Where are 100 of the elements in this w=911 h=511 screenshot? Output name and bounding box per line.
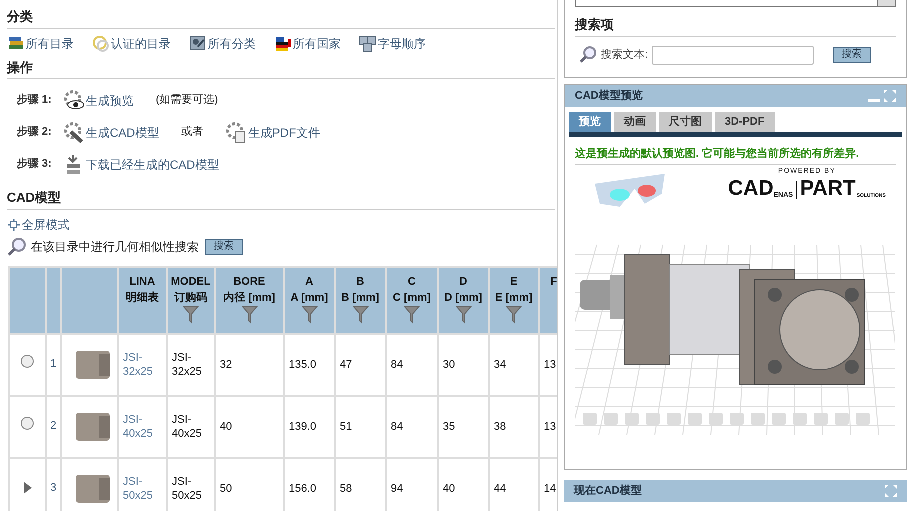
column-header: F xyxy=(550,274,557,290)
table-cell: JSI-32x25 xyxy=(172,352,202,378)
panel-title: 现在CAD模型 xyxy=(574,484,642,499)
filter-icon xyxy=(352,306,368,324)
expand-icon xyxy=(885,485,897,497)
step-link[interactable]: 生成PDF文件 xyxy=(225,122,320,144)
optional-note: (如需要可选) xyxy=(156,93,218,108)
table-cell: 34 xyxy=(494,358,506,370)
table-cell: 32 xyxy=(220,358,232,370)
search-icon xyxy=(579,46,597,64)
column-header: 订购码 xyxy=(174,290,208,306)
gear-wrench-icon xyxy=(63,122,85,144)
cylinder-thumbnail xyxy=(76,412,110,440)
column-header: E [mm] xyxy=(495,290,533,306)
table-cell: JSI-40x25 xyxy=(172,414,202,440)
gear-document-icon xyxy=(225,122,248,144)
column-header: B xyxy=(356,274,364,290)
column-header: BORE xyxy=(234,274,266,290)
similarity-search-label: 在该目录中进行几何相似性搜索 xyxy=(31,238,199,256)
column-header: C xyxy=(408,274,416,290)
or-text: 或者 xyxy=(181,125,204,140)
table-cell: 30 xyxy=(443,358,456,370)
table-cell: 94 xyxy=(391,482,404,494)
column-header: LINA xyxy=(130,274,156,290)
preview-tab[interactable]: 动画 xyxy=(614,112,656,132)
row-number: 1 xyxy=(50,358,57,370)
row-radio[interactable] xyxy=(21,355,34,368)
column-header: MODEL xyxy=(171,274,211,290)
fullscreen-arrows-icon xyxy=(7,218,21,232)
filter-icon xyxy=(456,306,472,324)
category-link[interactable]: 认证的目录 xyxy=(92,34,171,52)
row-radio[interactable] xyxy=(21,417,34,430)
table-cell: 51 xyxy=(340,420,352,432)
table-cell: 84 xyxy=(391,358,404,370)
preview-tab[interactable]: 3D-PDF xyxy=(715,112,775,132)
filter-icon xyxy=(506,306,522,324)
category-link[interactable]: 所有分类 xyxy=(189,34,256,52)
filter-icon xyxy=(302,306,318,324)
step-label: 步骤 1: xyxy=(17,92,53,108)
section-heading: 操作 xyxy=(7,58,555,79)
expand-icon xyxy=(884,90,896,102)
gear-chart-icon xyxy=(189,34,207,52)
table-cell: 58 xyxy=(340,482,352,494)
table-cell: 84 xyxy=(391,420,404,432)
section-heading: CAD模型 xyxy=(7,188,555,210)
table-cell: JSI-50x25 xyxy=(172,476,202,502)
table-cell: 50 xyxy=(220,482,232,494)
section-heading: 分类 xyxy=(7,7,555,28)
cylinder-thumbnail xyxy=(76,474,110,502)
column-header: D [mm] xyxy=(444,290,482,306)
column-header: C [mm] xyxy=(393,290,431,306)
minimize-icon xyxy=(868,98,880,102)
preview-tab[interactable]: 尺寸图 xyxy=(659,112,712,132)
table-cell: 13 xyxy=(544,358,556,370)
table-cell: 44 xyxy=(494,482,506,494)
column-header: A xyxy=(306,274,314,290)
table-cell: 156.0 xyxy=(289,482,317,494)
fullscreen-link[interactable]: 全屏模式 xyxy=(7,216,70,234)
search-button[interactable]: 搜索 xyxy=(833,47,872,63)
step-link[interactable]: 生成CAD模型 xyxy=(63,122,160,144)
catalog-dropdown[interactable] xyxy=(575,0,896,7)
category-link[interactable]: 字母顺序 xyxy=(359,34,426,52)
row-number: 3 xyxy=(50,482,57,494)
column-header: 明细表 xyxy=(126,290,159,306)
preview-notice: 这是预生成的默认预览图. 它可能与您当前所选的有所差异. xyxy=(575,147,896,165)
category-link[interactable]: 所有国家 xyxy=(274,34,341,52)
panel-title: CAD模型预览 xyxy=(575,88,643,104)
column-header: B [mm] xyxy=(342,290,380,306)
search-text-field[interactable] xyxy=(652,46,814,64)
column-header: D xyxy=(460,274,468,290)
logo-brand: CAD xyxy=(728,178,774,198)
column-header: A [mm] xyxy=(290,290,328,306)
table-cell: 35 xyxy=(443,420,456,432)
table-cell: 47 xyxy=(340,358,352,370)
step-link[interactable]: 生成预览 xyxy=(63,90,134,112)
table-cell: 139.0 xyxy=(289,420,317,432)
search-button[interactable]: 搜索 xyxy=(205,238,243,254)
section-heading: 搜索项 xyxy=(575,15,896,36)
step-label: 步骤 3: xyxy=(17,156,53,172)
step-label: 步骤 2: xyxy=(17,124,53,140)
step-link[interactable]: 下载已经生成的CAD模型 xyxy=(63,154,220,176)
table-cell: 40 xyxy=(443,482,456,494)
filter-icon xyxy=(242,306,258,324)
table-cell: 135.0 xyxy=(289,358,317,370)
column-header: E xyxy=(510,274,518,290)
filter-icon xyxy=(404,306,420,324)
filter-icon xyxy=(183,306,199,324)
table-cell: 14 xyxy=(544,482,556,494)
search-icon xyxy=(7,236,27,256)
column-header: 内径 [mm] xyxy=(224,290,276,306)
table-cell: 40 xyxy=(220,420,232,432)
table-cell: 38 xyxy=(494,420,506,432)
row-number: 2 xyxy=(50,420,57,432)
cylinder-thumbnail xyxy=(76,350,110,378)
logo-product: PART xyxy=(800,178,856,198)
search-text-label: 搜索文本: xyxy=(601,48,648,63)
table-cell: 13 xyxy=(544,420,556,432)
flags-icon xyxy=(274,34,292,52)
category-link[interactable]: 所有目录 xyxy=(7,34,74,52)
gear-eye-icon xyxy=(63,90,85,112)
